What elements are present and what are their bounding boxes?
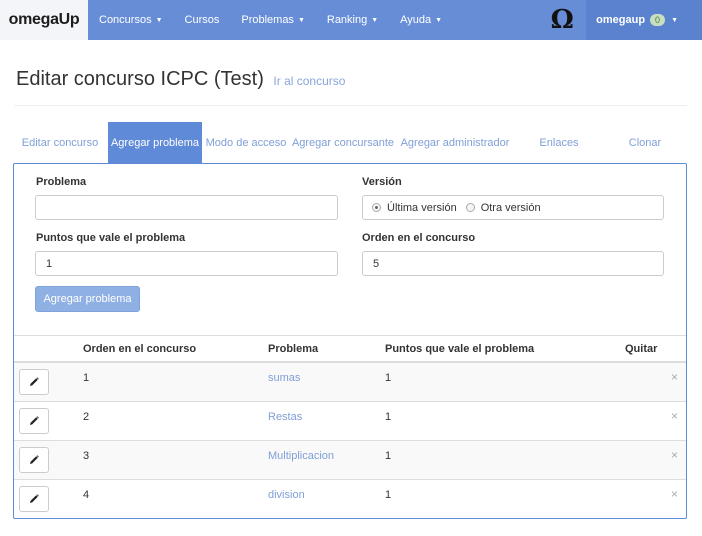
nav-item-concursos[interactable]: Concursos ▼ — [88, 0, 174, 40]
radio-label: Otra versión — [480, 201, 541, 214]
caret-down-icon: ▼ — [297, 16, 305, 24]
problem-link[interactable]: Restas — [268, 411, 302, 423]
version-radio-group: Última versión Otra versión — [362, 195, 664, 220]
nav-item-ayuda[interactable]: Ayuda ▼ — [389, 0, 453, 40]
user-menu[interactable]: omegaup 0 ▼ — [586, 0, 702, 40]
edit-button[interactable] — [19, 369, 49, 395]
nav-item-ranking[interactable]: Ranking ▼ — [316, 0, 389, 40]
title-divider — [14, 105, 687, 106]
radio-checked-icon — [372, 203, 381, 212]
tab-clonar[interactable]: Clonar — [614, 122, 676, 163]
nav-item-label: Ayuda — [400, 14, 432, 26]
username: omegaup — [596, 14, 646, 26]
nav-menu: Concursos ▼ Cursos Problemas ▼ Ranking ▼ Ay… — [88, 0, 453, 40]
edit-button[interactable] — [19, 408, 49, 434]
cell-points: 1 — [385, 372, 392, 384]
caret-down-icon: ▼ — [435, 16, 443, 24]
version-label: Versión — [362, 176, 402, 188]
radio-label: Última versión — [387, 201, 457, 214]
notifications-badge[interactable]: 0 — [650, 14, 666, 26]
pencil-icon — [30, 377, 39, 386]
go-to-contest-link[interactable]: Ir al concurso — [273, 74, 345, 88]
contest-tabs: Editar concurso Agregar problema Modo de… — [14, 122, 687, 163]
table-row: 4 division 1 × — [14, 480, 686, 519]
tab-agregar-administrador[interactable]: Agregar administrador — [398, 122, 512, 163]
pencil-icon — [30, 455, 39, 464]
omegaup-logo[interactable]: omega Up — [0, 0, 88, 40]
cell-order: 3 — [83, 450, 90, 462]
problem-input[interactable] — [35, 195, 338, 220]
page-title-text: Editar concurso ICPC (Test) — [16, 68, 264, 90]
nav-item-problemas[interactable]: Problemas ▼ — [230, 0, 316, 40]
header-problem: Problema — [268, 343, 319, 355]
cell-order: 1 — [83, 372, 90, 384]
remove-icon[interactable]: × — [671, 370, 678, 384]
remove-icon[interactable]: × — [671, 448, 678, 462]
problems-table: Orden en el concurso Problema Puntos que… — [14, 335, 686, 519]
problem-label: Problema — [36, 176, 87, 188]
page-title: Editar concurso ICPC (Test) Ir al concur… — [16, 68, 345, 91]
cell-points: 1 — [385, 450, 392, 462]
page-content: Editar concurso ICPC (Test) Ir al concur… — [0, 40, 702, 536]
omega-icon[interactable]: Ω — [542, 0, 583, 40]
cell-points: 1 — [385, 489, 392, 501]
order-input[interactable] — [362, 251, 664, 276]
pencil-icon — [30, 416, 39, 425]
problem-link[interactable]: sumas — [268, 372, 300, 384]
points-input[interactable] — [35, 251, 338, 276]
add-problem-button[interactable]: Agregar problema — [35, 286, 140, 312]
header-order: Orden en el concurso — [83, 343, 197, 355]
caret-down-icon: ▼ — [155, 16, 163, 24]
order-label: Orden en el concurso — [362, 232, 476, 244]
radio-other-version[interactable]: Otra versión — [465, 201, 541, 214]
tab-modo-de-acceso[interactable]: Modo de acceso — [204, 122, 288, 163]
tab-enlaces[interactable]: Enlaces — [524, 122, 594, 163]
edit-button[interactable] — [19, 447, 49, 473]
edit-button[interactable] — [19, 486, 49, 512]
header-remove: Quitar — [625, 343, 658, 355]
nav-item-label: Concursos — [99, 14, 152, 26]
points-label: Puntos que vale el problema — [36, 232, 186, 244]
table-row: 2 Restas 1 × — [14, 402, 686, 441]
nav-right: Ω omegaup 0 ▼ — [542, 0, 702, 40]
brand-up: Up — [58, 11, 80, 28]
nav-item-label: Cursos — [184, 14, 220, 26]
radio-unchecked-icon — [465, 203, 475, 212]
pencil-icon — [30, 494, 39, 503]
caret-down-icon: ▼ — [671, 16, 678, 24]
table-row: 3 Multiplicacion 1 × — [14, 441, 686, 480]
nav-item-cursos[interactable]: Cursos — [174, 0, 231, 40]
cell-order: 4 — [83, 489, 90, 501]
table-row: 1 sumas 1 × — [14, 363, 686, 402]
tab-agregar-concursante[interactable]: Agregar concursante — [290, 122, 396, 163]
cell-points: 1 — [385, 411, 392, 423]
tab-agregar-problema[interactable]: Agregar problema — [108, 122, 202, 163]
table-header: Orden en el concurso Problema Puntos que… — [14, 335, 686, 363]
problem-link[interactable]: Multiplicacion — [268, 450, 334, 462]
radio-latest-version[interactable]: Última versión — [372, 202, 457, 214]
tab-editar-concurso[interactable]: Editar concurso — [14, 122, 106, 163]
header-points: Puntos que vale el problema — [385, 343, 535, 355]
add-problem-panel: Problema Versión Última versión Otra ver… — [13, 163, 687, 519]
remove-icon[interactable]: × — [671, 409, 678, 423]
cell-order: 2 — [83, 411, 90, 423]
nav-item-label: Problemas — [241, 14, 294, 26]
nav-item-label: Ranking — [326, 14, 368, 26]
problem-link[interactable]: division — [268, 489, 305, 501]
top-navbar: omega Up Concursos ▼ Cursos Problemas ▼ Ran… — [0, 0, 702, 40]
brand-omega: omega — [8, 11, 59, 28]
remove-icon[interactable]: × — [671, 487, 678, 501]
caret-down-icon: ▼ — [371, 16, 379, 24]
